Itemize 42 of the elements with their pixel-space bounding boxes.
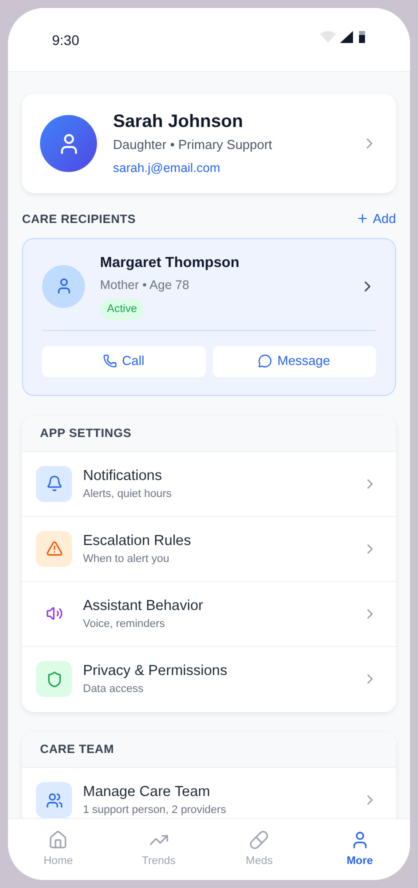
row-subtitle: 1 support person, 2 providers: [83, 803, 228, 818]
profile-email[interactable]: sarah.j@email.com: [113, 158, 361, 178]
bell-icon: [36, 466, 72, 502]
recipient-details: Mother • Age 78: [100, 277, 190, 294]
section-title: CARE RECIPIENTS: [22, 210, 136, 228]
row-subtitle: When to alert you: [83, 552, 170, 566]
section-title: CARE TEAM: [40, 741, 114, 758]
status-time: 9:30: [52, 31, 80, 50]
pill-icon: [249, 830, 270, 850]
row-title: Notifications: [83, 466, 163, 486]
section-title: APP SETTINGS: [40, 425, 132, 442]
settings-row[interactable]: Assistant Behavior Voice, reminders: [22, 582, 396, 646]
recipient-name: Margaret Thompson: [100, 254, 240, 272]
home-icon: [48, 830, 68, 850]
settings-row[interactable]: Notifications Alerts, quiet hours: [22, 452, 396, 516]
warning-icon: [36, 530, 72, 566]
profile-name: Sarah Johnson: [113, 110, 244, 134]
row-subtitle: Voice, reminders: [83, 616, 166, 632]
row-title: Manage Care Team: [83, 783, 212, 802]
nav-tab[interactable]: More: [310, 819, 410, 880]
row-title: Assistant Behavior: [83, 596, 204, 616]
plus-icon: [356, 212, 369, 226]
chat-icon: [258, 354, 272, 368]
row-title: Escalation Rules: [83, 532, 192, 550]
add-button[interactable]: Add: [356, 209, 396, 228]
recipient-card[interactable]: Margaret Thompson Mother • Age 78 Active Call Message: [22, 238, 396, 396]
row-subtitle: Alerts, quiet hours: [83, 486, 173, 502]
action-button[interactable]: Call: [42, 346, 206, 376]
profile-role: Daughter • Primary Support: [113, 136, 274, 154]
status-icons: [320, 30, 366, 44]
status-badge: Active: [100, 299, 144, 320]
action-button[interactable]: Message: [212, 346, 376, 376]
settings-row[interactable]: Manage Care Team 1 support person, 2 providers: [22, 768, 396, 818]
shield-icon: [36, 661, 72, 697]
avatar: [42, 264, 85, 308]
row-title: Privacy & Permissions: [83, 662, 228, 681]
settings-row[interactable]: Escalation Rules When to alert you: [22, 516, 396, 582]
settings-row[interactable]: Privacy & Permissions Data access: [22, 646, 396, 712]
row-subtitle: Data access: [83, 682, 145, 697]
people-icon: [36, 782, 72, 818]
phone-icon: [103, 354, 118, 368]
profile-card[interactable]: Sarah Johnson Daughter • Primary Support sarah.j@email.com: [22, 94, 396, 193]
